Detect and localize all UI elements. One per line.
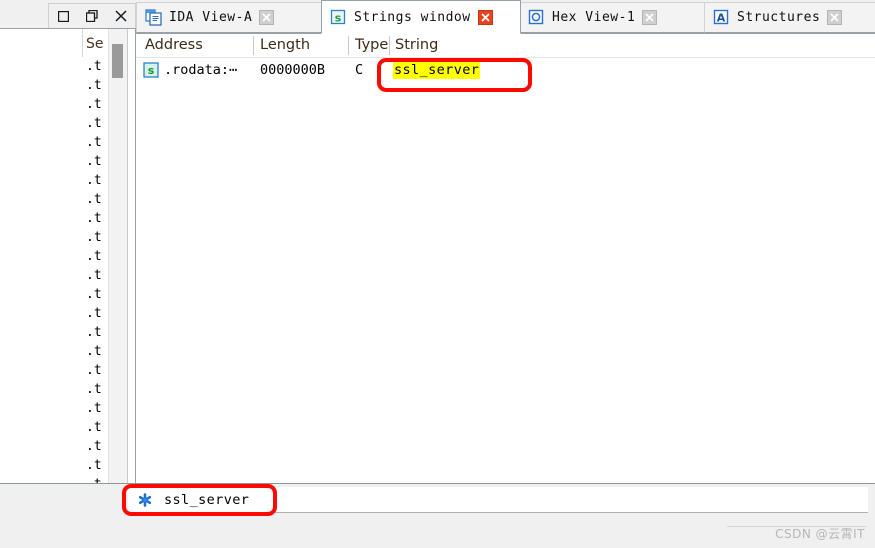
tab-hex-view-1[interactable]: Hex View-1 — [519, 2, 706, 33]
tab-close-icon[interactable] — [477, 9, 493, 25]
scrollbar-thumb[interactable] — [112, 44, 123, 78]
tab-label: IDA View-A — [169, 10, 253, 25]
column-header-address[interactable]: Address — [145, 37, 203, 53]
segments-scrollbar[interactable] — [108, 29, 127, 483]
tab-strings-window[interactable]: s Strings window — [321, 0, 521, 34]
column-header-string[interactable]: String — [395, 37, 438, 53]
svg-text:A: A — [717, 12, 726, 25]
column-header-type[interactable]: Type — [355, 37, 388, 53]
window-controls — [48, 3, 136, 28]
cell-string: ssl_server — [393, 61, 481, 79]
ida-view-icon — [145, 9, 162, 26]
asterisk-icon[interactable] — [134, 489, 156, 511]
maximize-button[interactable] — [52, 6, 74, 27]
strings-table-header: Address Length Type String — [136, 34, 875, 57]
tab-close-icon[interactable] — [642, 10, 658, 25]
tab-label: Strings window — [354, 9, 471, 25]
hex-view-icon — [528, 9, 545, 26]
cell-address: .rodata:⋯ — [164, 62, 238, 78]
column-divider[interactable] — [253, 36, 254, 55]
search-input[interactable] — [164, 490, 868, 510]
table-row[interactable]: s .rodata:⋯ 0000000B C ssl_server — [136, 60, 875, 80]
panel-edge — [127, 29, 135, 483]
tab-close-icon[interactable] — [827, 10, 843, 25]
cell-type: C — [355, 62, 364, 78]
search-bar[interactable] — [128, 487, 868, 513]
segments-column-header: Se — [86, 36, 104, 52]
tab-bar: IDA View-A s Strings window Hex View-1 A… — [136, 0, 875, 34]
column-divider[interactable] — [389, 36, 390, 55]
strings-icon: s — [330, 9, 347, 26]
segments-header-divider — [82, 29, 83, 57]
tab-structures[interactable]: A Structures — [704, 2, 875, 33]
restore-button[interactable] — [81, 6, 103, 27]
string-item-icon: s — [143, 62, 159, 78]
tab-close-icon[interactable] — [259, 10, 275, 25]
strings-window-panel: Address Length Type String s .rodata:⋯ 0… — [136, 33, 875, 483]
structures-icon: A — [713, 9, 730, 26]
tab-label: Structures — [737, 10, 821, 25]
search-underline — [136, 512, 868, 513]
tab-ida-view-a[interactable]: IDA View-A — [136, 2, 325, 33]
header-underline — [136, 57, 875, 58]
cell-length: 0000000B — [260, 62, 326, 78]
segments-panel: Se .t .t .t .t .t .t .t .t .t .t .t .t .… — [0, 28, 136, 483]
svg-text:s: s — [335, 11, 342, 24]
svg-text:s: s — [148, 64, 155, 77]
column-divider[interactable] — [348, 36, 349, 55]
watermark: CSDN @云霄IT — [775, 527, 865, 541]
close-button[interactable] — [110, 6, 132, 27]
column-header-length[interactable]: Length — [260, 37, 310, 53]
tab-label: Hex View-1 — [552, 10, 636, 25]
